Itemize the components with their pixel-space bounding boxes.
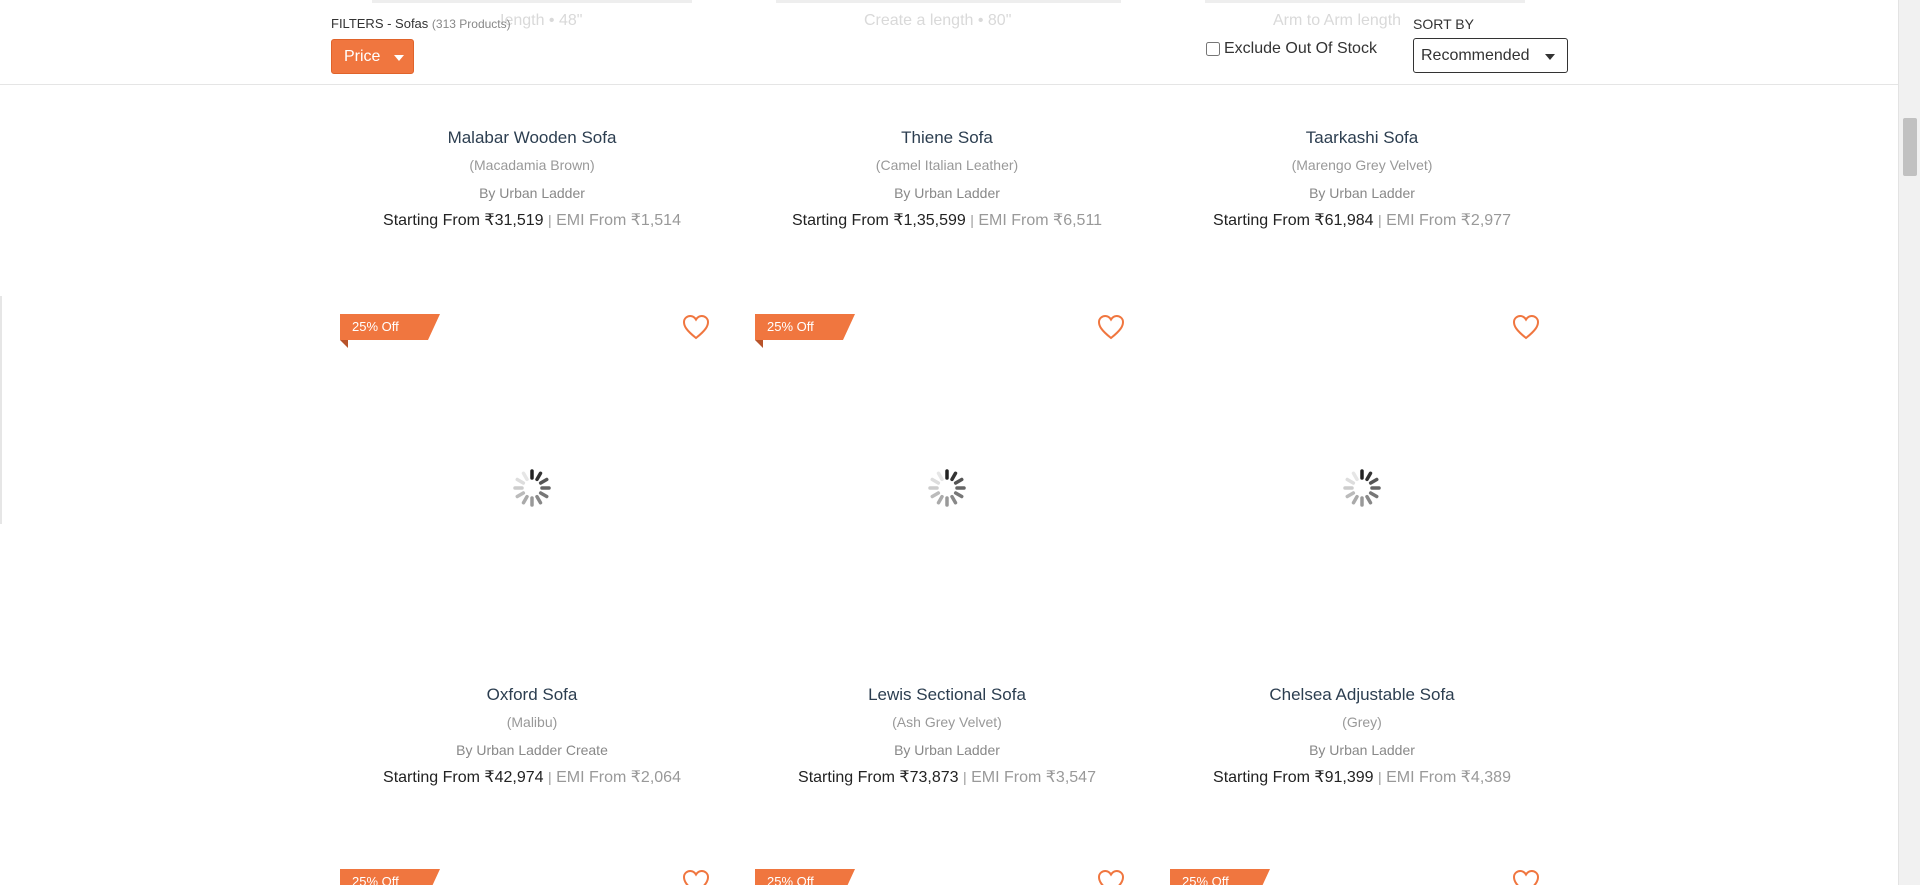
exclude-out-of-stock[interactable]: Exclude Out Of Stock xyxy=(1206,40,1377,58)
product-variant: (Marengo Grey Velvet) xyxy=(1291,157,1433,173)
exclude-out-of-stock-label: Exclude Out Of Stock xyxy=(1224,40,1377,57)
price-line: Starting From ₹91,399 | EMI From ₹4,389 xyxy=(1213,769,1511,786)
product-name[interactable]: Lewis Sectional Sofa xyxy=(752,685,1142,705)
product-price: ₹61,984 xyxy=(1314,212,1374,229)
discount-badge: 25% Off xyxy=(1170,869,1270,885)
price-filter-button[interactable]: Price xyxy=(331,39,414,74)
product-brand: By Urban Ladder xyxy=(1309,185,1415,201)
heart-outline-icon[interactable] xyxy=(682,314,710,340)
product-name[interactable]: Thiene Sofa xyxy=(752,128,1142,148)
product-name[interactable]: Oxford Sofa xyxy=(337,685,727,705)
product-variant: (Grey) xyxy=(1342,714,1382,730)
heart-outline-icon[interactable] xyxy=(1512,314,1540,340)
discount-badge: 25% Off xyxy=(755,314,855,340)
ghost-divider xyxy=(776,0,1121,3)
product-brand: By Urban Ladder xyxy=(479,185,585,201)
emi-price: ₹4,389 xyxy=(1460,769,1511,786)
emi-price: ₹2,977 xyxy=(1460,212,1511,229)
starting-from-label: Starting From xyxy=(383,769,480,786)
emi-label: EMI From xyxy=(556,212,627,229)
filters-heading: FILTERS - Sofas (313 Products) xyxy=(331,16,511,31)
badge-fold xyxy=(340,340,348,348)
sort-by-label: SORT BY xyxy=(1413,16,1474,32)
product-brand: By Urban Ladder Create xyxy=(456,742,608,758)
emi-label: EMI From xyxy=(978,212,1049,229)
starting-from-label: Starting From xyxy=(1213,769,1310,786)
starting-from-label: Starting From xyxy=(1213,212,1310,229)
price-line: Starting From ₹31,519 | EMI From ₹1,514 xyxy=(383,212,681,229)
discount-badge: 25% Off xyxy=(340,869,440,885)
product-price: ₹91,399 xyxy=(1314,769,1374,786)
chevron-down-icon xyxy=(1545,54,1555,60)
price-line: Starting From ₹61,984 | EMI From ₹2,977 xyxy=(1213,212,1511,229)
ghost-product-text: Create a length • 80" xyxy=(864,12,1012,29)
starting-from-label: Starting From xyxy=(383,212,480,229)
emi-label: EMI From xyxy=(1386,212,1457,229)
sort-select[interactable]: Recommended xyxy=(1413,38,1568,73)
product-name[interactable]: Malabar Wooden Sofa xyxy=(337,128,727,148)
product-price: ₹42,974 xyxy=(484,769,544,786)
vertical-scrollbar[interactable] xyxy=(1898,0,1920,885)
emi-price: ₹1,514 xyxy=(630,212,681,229)
filters-category: FILTERS - Sofas xyxy=(331,16,429,31)
ghost-product-text: Iength • 48" xyxy=(500,12,583,29)
badge-fold xyxy=(755,340,763,348)
discount-badge: 25% Off xyxy=(755,869,855,885)
spinner-icon xyxy=(928,469,966,507)
emi-label: EMI From xyxy=(556,769,627,786)
scrollbar-thumb[interactable] xyxy=(1903,118,1917,176)
chevron-down-icon xyxy=(394,54,405,61)
price-filter-label: Price xyxy=(344,47,381,65)
product-name[interactable]: Chelsea Adjustable Sofa xyxy=(1167,685,1557,705)
product-brand: By Urban Ladder xyxy=(1309,742,1415,758)
spinner-icon xyxy=(513,469,551,507)
product-brand: By Urban Ladder xyxy=(894,742,1000,758)
heart-outline-icon[interactable] xyxy=(1512,869,1540,885)
price-line: Starting From ₹1,35,599 | EMI From ₹6,51… xyxy=(791,212,1103,229)
heart-outline-icon[interactable] xyxy=(1097,314,1125,340)
spinner-icon xyxy=(1343,469,1381,507)
product-brand: By Urban Ladder xyxy=(894,185,1000,201)
heart-outline-icon[interactable] xyxy=(1097,869,1125,885)
ghost-divider xyxy=(372,0,692,3)
filter-bar: Iength • 48" Create a length • 80" Arm t… xyxy=(0,0,1898,85)
discount-badge: 25% Off xyxy=(340,314,440,340)
ghost-divider xyxy=(1205,0,1525,3)
starting-from-label: Starting From xyxy=(798,769,895,786)
emi-price: ₹2,064 xyxy=(630,769,681,786)
product-price: ₹1,35,599 xyxy=(893,212,966,229)
product-name[interactable]: Taarkashi Sofa xyxy=(1167,128,1557,148)
sort-selected-value: Recommended xyxy=(1421,46,1530,64)
price-line: Starting From ₹42,974 | EMI From ₹2,064 xyxy=(383,769,681,786)
product-variant: (Macadamia Brown) xyxy=(469,157,595,173)
emi-label: EMI From xyxy=(1386,769,1457,786)
product-price: ₹31,519 xyxy=(484,212,544,229)
product-variant: (Ash Grey Velvet) xyxy=(892,714,1002,730)
heart-outline-icon[interactable] xyxy=(682,869,710,885)
starting-from-label: Starting From xyxy=(791,212,889,229)
price-line: Starting From ₹73,873 | EMI From ₹3,547 xyxy=(798,769,1096,786)
product-variant: (Camel Italian Leather) xyxy=(875,157,1019,173)
product-price: ₹73,873 xyxy=(899,769,959,786)
emi-price: ₹3,547 xyxy=(1045,769,1096,786)
exclude-out-of-stock-checkbox[interactable] xyxy=(1206,42,1220,56)
emi-price: ₹6,511 xyxy=(1053,212,1103,229)
emi-label: EMI From xyxy=(971,769,1042,786)
page-edge-divider xyxy=(0,296,2,524)
product-count: (313 Products) xyxy=(431,17,511,31)
product-variant: (Malibu) xyxy=(506,714,558,730)
ghost-product-text: Arm to Arm length xyxy=(1273,12,1402,29)
